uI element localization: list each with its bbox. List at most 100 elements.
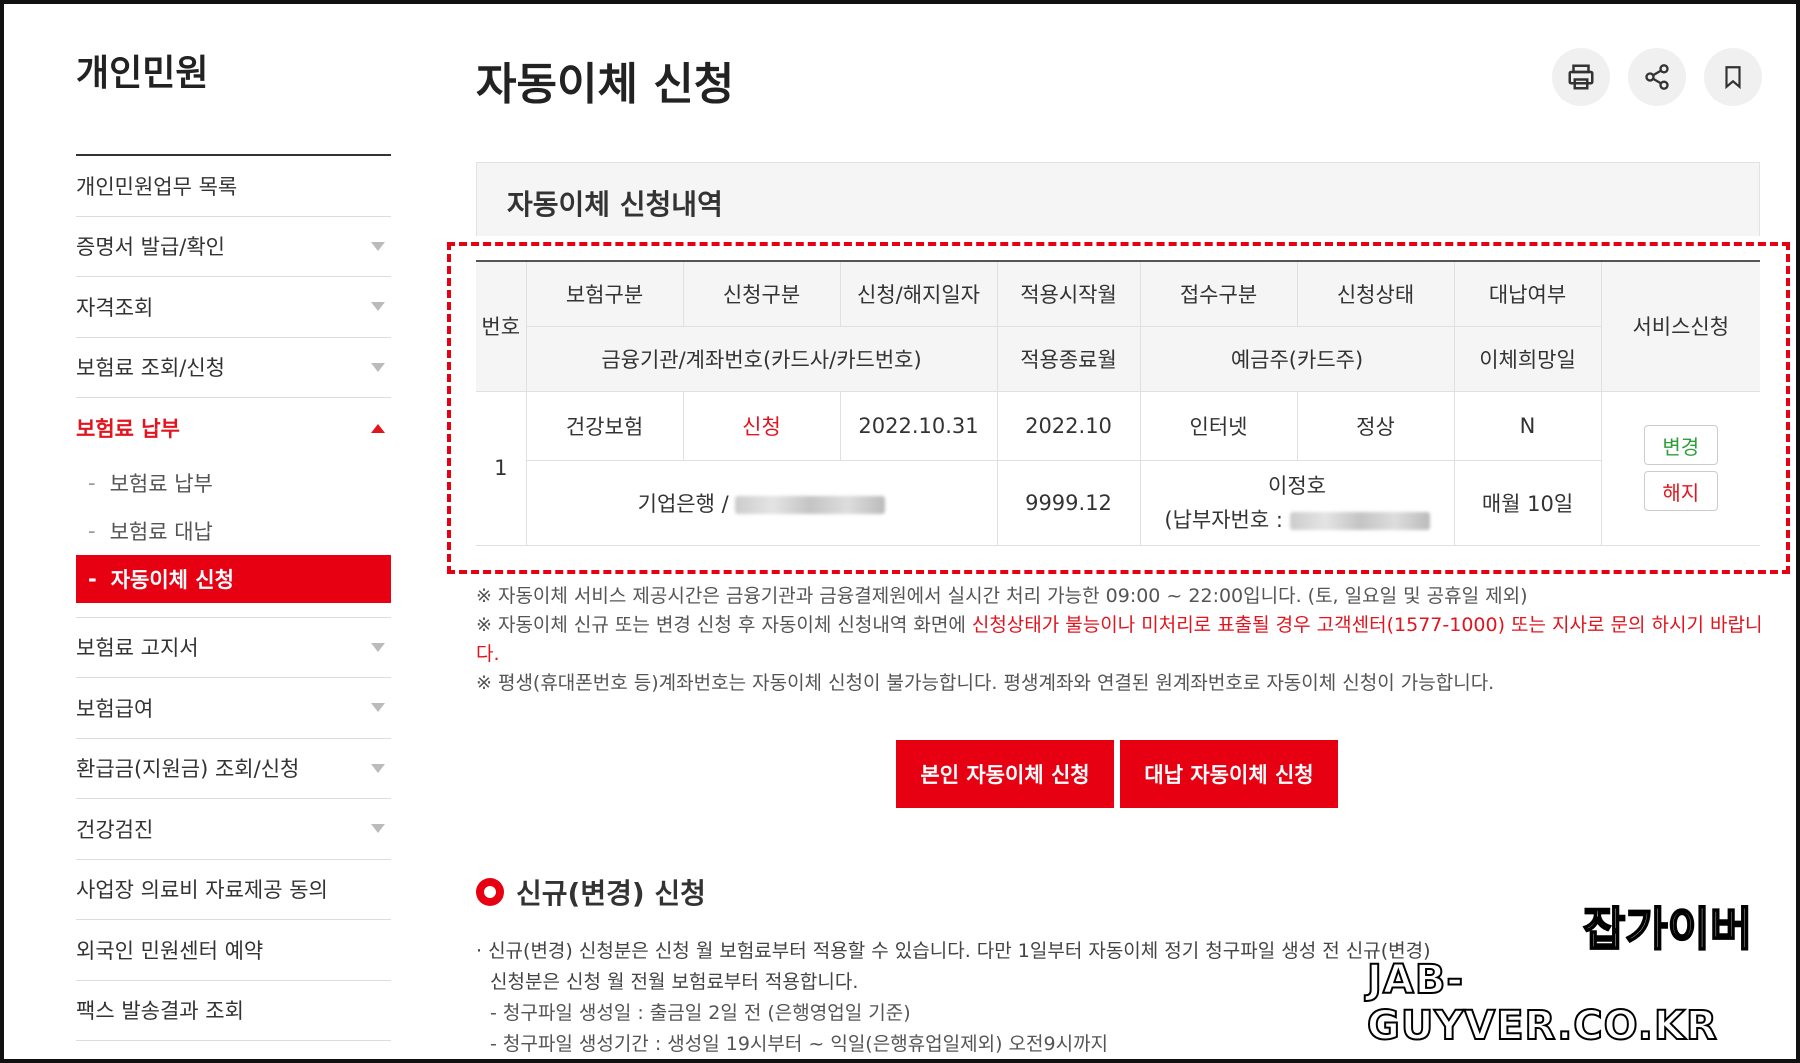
chevron-down-icon (371, 763, 385, 773)
bank-name: 기업은행 / (637, 491, 729, 516)
col-service: 서비스신청 (1600, 260, 1760, 392)
cell-bank: 기업은행 / (526, 459, 998, 546)
print-icon (1568, 64, 1594, 90)
table-header-row: 금융기관/계좌번호(카드사/카드번호) 적용종료월 예금주(카드주) 이체희망일 (476, 325, 1760, 392)
chevron-down-icon (371, 362, 385, 372)
sidebar-item-label: 팩스 발송결과 조회 (76, 999, 244, 1024)
sidebar-item-refund[interactable]: 환급금(지원금) 조회/신청 (76, 739, 391, 799)
notice-list: ※ 자동이체 서비스 제공시간은 금융기관과 금융결제원에서 실시간 처리 가능… (476, 582, 1766, 698)
masked-account (735, 495, 886, 514)
sidebar-subitem-auto-transfer[interactable]: - 자동이체 신청 (76, 554, 391, 603)
sidebar-item-benefits[interactable]: 보험급여 (76, 678, 391, 739)
table-header-row: 번호 보험구분 신청구분 신청/해지일자 적용시작월 접수구분 신청상태 대납여… (476, 260, 1760, 392)
sidebar-item-foreigner-center[interactable]: 외국인 민원센터 예약 (76, 920, 391, 981)
masked-payer-number (1289, 511, 1430, 530)
sidebar-item-label: 보험급여 (76, 696, 154, 721)
new-section-header: 신규(변경) 신청 (476, 872, 706, 912)
sidebar: 개인민원 개인민원업무 목록 증명서 발급/확인 자격조회 보험료 조회/신청 … (76, 44, 391, 1041)
sidebar-item-label: 건강검진 (76, 817, 154, 842)
cell-end-month: 9999.12 (996, 459, 1141, 546)
sidebar-item-label: 보험료 조회/신청 (76, 356, 225, 381)
history-table: 번호 보험구분 신청구분 신청/해지일자 적용시작월 접수구분 신청상태 대납여… (476, 260, 1760, 546)
col-depositor: 예금주(카드주) (1139, 325, 1455, 392)
table-row: 1 건강보험 신청 2022.10.31 2022.10 인터넷 정상 N 변경… (476, 390, 1760, 546)
depositor-name: 이정호 (1268, 473, 1326, 498)
sidebar-item-premium-inquiry[interactable]: 보험료 조회/신청 (76, 338, 391, 398)
history-title: 자동이체 신청내역 (507, 188, 723, 221)
location-pin-icon (476, 878, 504, 906)
payer-number-label: (납부자번호 : (1164, 507, 1283, 532)
sidebar-item-fax-result[interactable]: 팩스 발송결과 조회 (76, 981, 391, 1041)
cancel-button[interactable]: 해지 (1643, 471, 1718, 511)
chevron-down-icon (371, 241, 385, 251)
sidebar-item-medical-consent[interactable]: 사업장 의료비 자료제공 동의 (76, 860, 391, 920)
sidebar-item-label: 외국인 민원센터 예약 (76, 938, 264, 963)
cell-service: 변경 해지 (1600, 390, 1760, 546)
self-auto-transfer-button[interactable]: 본인 자동이체 신청 (896, 740, 1114, 808)
col-pay-day: 이체희망일 (1453, 325, 1601, 392)
sidebar-item-civil-list[interactable]: 개인민원업무 목록 (76, 156, 391, 217)
sidebar-subitem-proxy-payment[interactable]: - 보험료 대납 (76, 507, 391, 555)
sidebar-item-eligibility[interactable]: 자격조회 (76, 277, 391, 338)
chevron-up-icon (371, 423, 385, 433)
col-apply-type: 신청구분 (682, 260, 841, 327)
cell-proxy: N (1453, 390, 1602, 461)
dash-icon: - (88, 566, 97, 591)
cell-channel: 인터넷 (1139, 390, 1298, 461)
cell-start-month: 2022.10 (996, 390, 1141, 461)
sidebar-item-label: 환급금(지원금) 조회/신청 (76, 757, 300, 782)
history-section-header: 자동이체 신청내역 (476, 162, 1760, 236)
col-start-month: 적용시작월 (996, 260, 1141, 327)
cell-date: 2022.10.31 (839, 390, 998, 461)
cell-insurance: 건강보험 (525, 390, 684, 461)
cell-pay-day: 매월 10일 (1453, 459, 1601, 546)
watermark-url: JAB-GUYVER.CO.KR (1366, 956, 1718, 1050)
change-button[interactable]: 변경 (1643, 425, 1718, 465)
sidebar-submenu: - 보험료 납부 - 보험료 대납 - 자동이체 신청 (76, 459, 391, 618)
new-section-title: 신규(변경) 신청 (516, 877, 706, 910)
proxy-auto-transfer-button[interactable]: 대납 자동이체 신청 (1120, 740, 1338, 808)
sidebar-item-label: 개인민원업무 목록 (76, 174, 238, 199)
cell-status: 정상 (1296, 390, 1455, 461)
col-insurance: 보험구분 (525, 260, 684, 327)
chevron-down-icon (371, 642, 385, 652)
share-icon (1645, 64, 1669, 90)
watermark-title: 잡가이버 (1582, 901, 1753, 957)
toolbar (1552, 48, 1762, 106)
dash-icon: - (88, 518, 96, 543)
share-button[interactable] (1628, 48, 1686, 106)
col-channel: 접수구분 (1139, 260, 1298, 327)
sidebar-subitem-payment[interactable]: - 보험료 납부 (76, 459, 391, 507)
cell-depositor: 이정호 (납부자번호 : (1139, 459, 1455, 546)
col-date: 신청/해지일자 (839, 260, 998, 327)
col-proxy: 대납여부 (1453, 260, 1602, 327)
bookmark-button[interactable] (1704, 48, 1762, 106)
apply-button-row: 본인 자동이체 신청 대납 자동이체 신청 (896, 740, 1338, 808)
sidebar-item-certificates[interactable]: 증명서 발급/확인 (76, 217, 391, 277)
chevron-down-icon (371, 302, 385, 312)
sidebar-item-notice[interactable]: 보험료 고지서 (76, 618, 391, 678)
print-button[interactable] (1552, 48, 1610, 106)
col-bank: 금융기관/계좌번호(카드사/카드번호) (526, 325, 998, 392)
notice-3: ※ 평생(휴대폰번호 등)계좌번호는 자동이체 신청이 불가능합니다. 평생계좌… (476, 672, 1495, 694)
col-status: 신청상태 (1296, 260, 1455, 327)
sidebar-title: 개인민원 (76, 53, 209, 94)
sidebar-subitem-label: 보험료 납부 (109, 471, 213, 496)
notice-1: ※ 자동이체 서비스 제공시간은 금융기관과 금융결제원에서 실시간 처리 가능… (476, 585, 1528, 607)
chevron-down-icon (371, 703, 385, 713)
dash-icon: - (88, 470, 96, 495)
sidebar-item-checkup[interactable]: 건강검진 (76, 799, 391, 860)
sidebar-item-label: 자격조회 (76, 295, 154, 320)
sidebar-item-label: 보험료 고지서 (76, 636, 199, 661)
bookmark-icon (1725, 66, 1741, 90)
sidebar-item-label: 사업장 의료비 자료제공 동의 (76, 878, 328, 903)
page-title: 자동이체 신청 (476, 59, 735, 110)
cell-no: 1 (476, 390, 527, 546)
sidebar-item-premium-payment[interactable]: 보험료 납부 (76, 398, 391, 459)
sidebar-subitem-label: 자동이체 신청 (110, 567, 234, 592)
chevron-down-icon (371, 824, 385, 834)
notice-2: ※ 자동이체 신규 또는 변경 신청 후 자동이체 신청내역 화면에 신청상태가… (476, 614, 1763, 665)
col-no: 번호 (476, 260, 527, 392)
sidebar-subitem-label: 보험료 대납 (109, 519, 213, 544)
col-end-month: 적용종료월 (996, 325, 1141, 392)
